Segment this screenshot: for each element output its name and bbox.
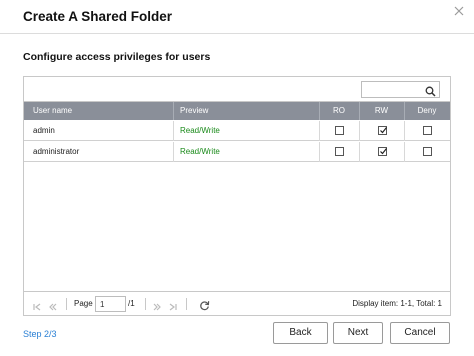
display-item-info: Display item: 1-1, Total: 1 — [352, 299, 442, 308]
dialog-title: Create A Shared Folder — [23, 9, 173, 24]
pager-divider — [186, 298, 187, 310]
page-number-input[interactable] — [95, 296, 126, 312]
cell-divider — [319, 142, 320, 162]
section-subtitle: Configure access privileges for users — [23, 51, 211, 63]
dialog-title-bar: Create A Shared Folder — [0, 0, 474, 34]
deny-checkbox[interactable] — [423, 126, 432, 135]
refresh-icon[interactable] — [199, 298, 210, 311]
close-icon[interactable] — [452, 4, 466, 18]
cell-divider — [173, 142, 174, 162]
pager-divider — [66, 298, 67, 310]
column-header-ro[interactable]: RO — [319, 102, 359, 120]
last-page-icon[interactable] — [168, 299, 178, 311]
create-shared-folder-dialog: Create A Shared Folder Configure access … — [0, 0, 474, 356]
check-icon — [380, 127, 387, 134]
cell-divider — [404, 142, 405, 162]
deny-checkbox[interactable] — [423, 147, 432, 156]
table-row[interactable]: administrator Read/Write — [24, 142, 450, 162]
check-icon — [380, 148, 387, 155]
pagination-bar: Page /1 Display item: 1-1, Total: 1 — [24, 291, 450, 315]
cell-divider — [404, 121, 405, 141]
cell-divider — [359, 142, 360, 162]
rw-checkbox[interactable] — [378, 147, 387, 156]
step-indicator[interactable]: Step 2/3 — [23, 329, 57, 339]
user-privileges-table: User name Preview RO RW Deny admin Read/… — [24, 101, 450, 291]
previous-page-icon[interactable] — [48, 299, 58, 311]
table-row[interactable]: admin Read/Write — [24, 121, 450, 141]
search-box[interactable] — [361, 81, 440, 98]
pager-divider — [145, 298, 146, 310]
column-header-preview[interactable]: Preview — [180, 102, 208, 120]
page-label: Page — [74, 299, 93, 308]
column-header-rw[interactable]: RW — [359, 102, 404, 120]
user-name-cell: administrator — [33, 147, 80, 156]
cell-divider — [319, 121, 320, 141]
column-header-deny[interactable]: Deny — [404, 102, 450, 120]
search-icon[interactable] — [425, 84, 436, 97]
ro-checkbox[interactable] — [335, 147, 344, 156]
total-pages: /1 — [128, 299, 135, 308]
next-page-icon[interactable] — [152, 299, 162, 311]
back-button[interactable]: Back — [273, 322, 328, 344]
ro-checkbox[interactable] — [335, 126, 344, 135]
preview-cell: Read/Write — [180, 147, 220, 156]
privileges-panel: User name Preview RO RW Deny admin Read/… — [23, 76, 451, 316]
next-button[interactable]: Next — [333, 322, 383, 344]
column-header-user-name[interactable]: User name — [33, 102, 72, 120]
cell-divider — [173, 121, 174, 141]
cancel-button[interactable]: Cancel — [390, 322, 450, 344]
user-name-cell: admin — [33, 126, 55, 135]
cell-divider — [359, 121, 360, 141]
rw-checkbox[interactable] — [378, 126, 387, 135]
search-input[interactable] — [362, 82, 424, 97]
first-page-icon[interactable] — [32, 299, 42, 311]
column-divider[interactable] — [173, 102, 174, 120]
preview-cell: Read/Write — [180, 126, 220, 135]
table-header: User name Preview RO RW Deny — [24, 102, 450, 120]
